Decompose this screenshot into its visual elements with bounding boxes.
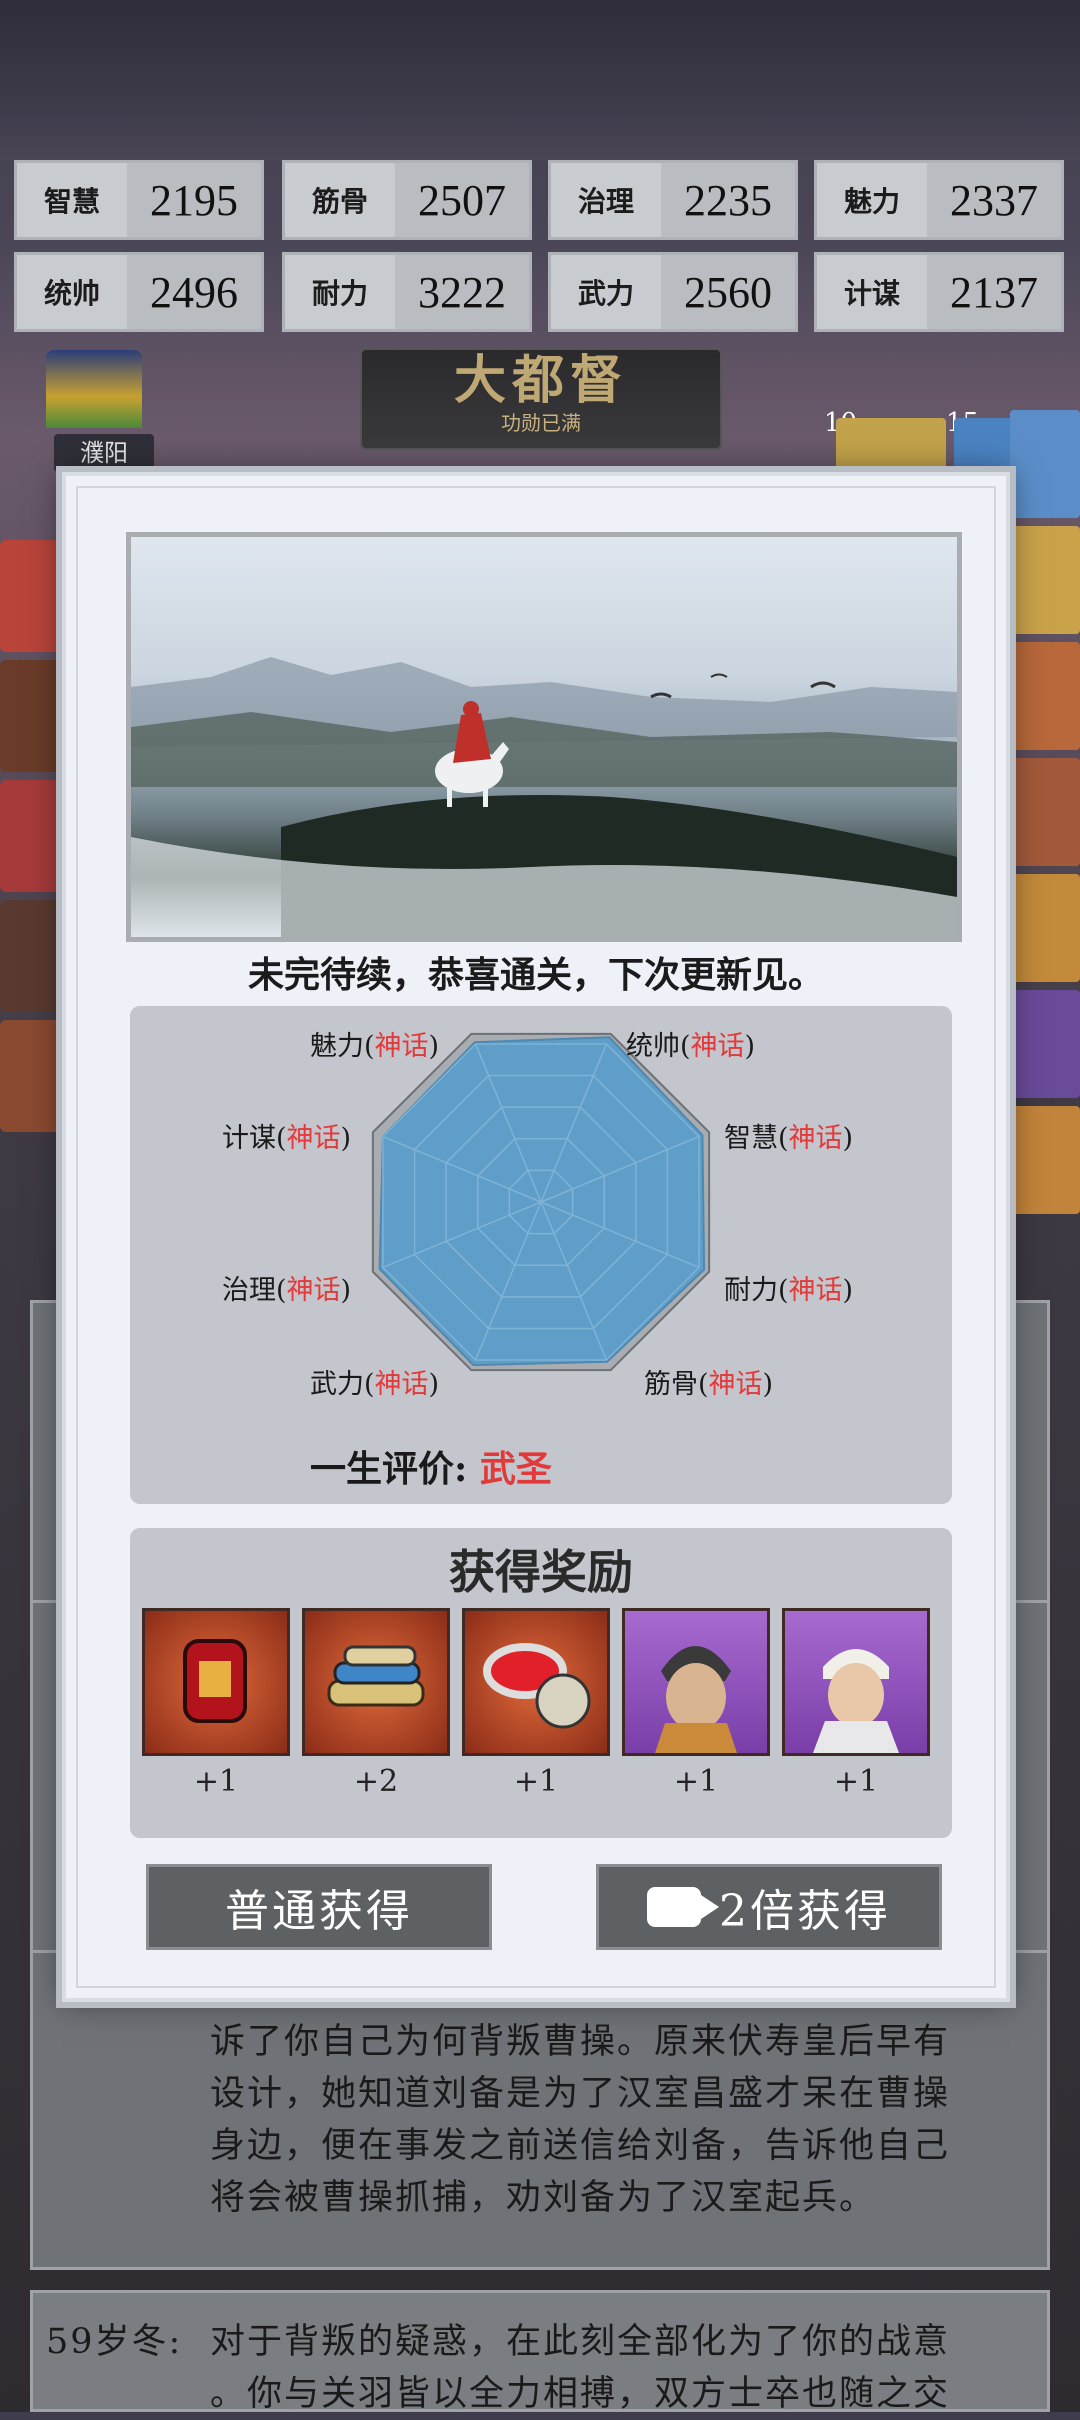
stat-label: 筋骨	[285, 163, 395, 237]
stat-value: 2235	[661, 163, 795, 237]
log-line: 诉了你自己为何背叛曹操。原来伏寿皇后早有	[210, 2022, 951, 2062]
portrait-thumb[interactable]	[1010, 642, 1080, 750]
portrait-thumb[interactable]	[1010, 990, 1080, 1098]
reward-qty: +1	[513, 1764, 559, 1799]
reward-qty: +1	[193, 1764, 239, 1799]
stat-jimou: 计谋 2137	[814, 252, 1064, 332]
log-age: 59岁冬:	[46, 2322, 183, 2362]
stat-meili: 魅力 2337	[814, 160, 1064, 240]
radar-label-meili: 魅力(神话)	[310, 1031, 440, 1062]
portrait-thumb[interactable]	[1010, 758, 1080, 866]
radar-label-jimou: 计谋(神话)	[222, 1123, 352, 1154]
ending-modal: 未完待续，恭喜通关，下次更新见。 统帅(神话) 智慧(神话) 耐力(神话) 筋骨…	[62, 472, 1010, 2002]
stat-value: 2560	[661, 255, 795, 329]
reward-qty: +2	[353, 1764, 399, 1799]
city-name: 濮阳	[54, 434, 154, 472]
radar-label-zhili: 治理(神话)	[222, 1275, 352, 1306]
portrait-thumb[interactable]	[1010, 874, 1080, 982]
evaluation-label: 一生评价:	[310, 1448, 468, 1490]
radar-label-jingu: 筋骨(神话)	[644, 1369, 774, 1400]
normal-claim-button[interactable]: 普通获得	[146, 1864, 492, 1950]
log-line: 。你与关羽皆以全力相搏，双方士卒也随之交	[210, 2374, 951, 2414]
radar-chart	[371, 1032, 711, 1372]
stat-naili: 耐力 3222	[282, 252, 532, 332]
radar-label-naili: 耐力(神话)	[724, 1275, 854, 1306]
reward-qty: +1	[673, 1764, 719, 1799]
rank-status: 功勋已满	[501, 411, 581, 435]
ending-caption: 未完待续，恭喜通关，下次更新见。	[247, 954, 824, 996]
rank-plaque: 大都督 功勋已满	[360, 348, 722, 450]
general-portrait-helmet[interactable]	[622, 1608, 770, 1756]
video-camera-icon	[647, 1887, 719, 1927]
portrait-thumb[interactable]	[1010, 410, 1080, 518]
double-claim-button[interactable]: 2倍获得	[596, 1864, 942, 1950]
seal-paste-icon[interactable]	[462, 1608, 610, 1756]
log-line: 对于背叛的疑惑，在此刻全部化为了你的战意	[210, 2322, 951, 2362]
stat-label: 计谋	[817, 255, 927, 329]
stat-tongshuai: 统帅 2496	[14, 252, 264, 332]
attribute-radar-panel: 统帅(神话) 智慧(神话) 耐力(神话) 筋骨(神话) 武力(神话) 治理(神话…	[130, 1006, 952, 1504]
stat-label: 耐力	[285, 255, 395, 329]
stat-label: 魅力	[817, 163, 927, 237]
stat-value: 2195	[127, 163, 261, 237]
radar-label-wuli: 武力(神话)	[310, 1369, 440, 1400]
rank-title: 大都督	[453, 350, 628, 411]
log-line: 将会被曹操抓捕，劝刘备为了汉室起兵。	[210, 2178, 877, 2218]
sky-background	[0, 0, 1080, 160]
stat-value: 2137	[927, 255, 1061, 329]
stat-value: 2337	[927, 163, 1061, 237]
portrait-thumb[interactable]	[0, 780, 62, 892]
log-entry-1: 诉了你自己为何背叛曹操。原来伏寿皇后早有 设计，她知道刘备是为了汉室昌盛才呆在曹…	[210, 2016, 1010, 2224]
stat-label: 智慧	[17, 163, 127, 237]
palace-icon	[46, 350, 142, 428]
radar-label-tongshuai: 统帅(神话)	[626, 1031, 756, 1062]
portrait-thumb[interactable]	[1010, 526, 1080, 634]
rewards-panel: 获得奖励 +1 +2 +1 +1 +1	[130, 1528, 952, 1838]
scene-art	[131, 657, 957, 937]
stat-value: 2496	[127, 255, 261, 329]
rewards-title: 获得奖励	[449, 1545, 633, 1599]
log-line: 设计，她知道刘备是为了汉室昌盛才呆在曹操	[210, 2074, 951, 2114]
stat-label: 治理	[551, 163, 661, 237]
right-portrait-column	[1010, 410, 1080, 1222]
ending-scene-image	[126, 532, 962, 942]
portrait-thumb[interactable]	[0, 540, 62, 652]
normal-claim-label: 普通获得	[225, 1886, 413, 1937]
life-evaluation: 一生评价: 武圣	[310, 1440, 552, 1492]
portrait-thumb[interactable]	[0, 900, 62, 1012]
reward-qty: +1	[833, 1764, 879, 1799]
stat-label: 统帅	[17, 255, 127, 329]
portrait-thumb[interactable]	[1010, 1106, 1080, 1214]
left-portrait-column	[0, 540, 62, 1140]
stat-value: 3222	[395, 255, 529, 329]
portrait-slot-a[interactable]	[836, 418, 946, 478]
evaluation-value: 武圣	[479, 1448, 552, 1490]
stat-wuli: 武力 2560	[548, 252, 798, 332]
log-line: 身边，便在事发之前送信给刘备，告诉他自己	[210, 2126, 951, 2166]
scrolls-icon[interactable]	[302, 1608, 450, 1756]
portrait-thumb[interactable]	[0, 660, 62, 772]
stat-zhihui: 智慧 2195	[14, 160, 264, 240]
stat-label: 武力	[551, 255, 661, 329]
lantern-pouch-icon[interactable]	[142, 1608, 290, 1756]
radar-label-zhihui: 智慧(神话)	[724, 1123, 854, 1154]
stat-jingu: 筋骨 2507	[282, 160, 532, 240]
stat-value: 2507	[395, 163, 529, 237]
portrait-thumb[interactable]	[0, 1020, 62, 1132]
double-claim-label: 2倍获得	[719, 1886, 891, 1937]
stat-zhili: 治理 2235	[548, 160, 798, 240]
general-portrait-white[interactable]	[782, 1608, 930, 1756]
city-badge[interactable]: 濮阳	[24, 350, 164, 472]
